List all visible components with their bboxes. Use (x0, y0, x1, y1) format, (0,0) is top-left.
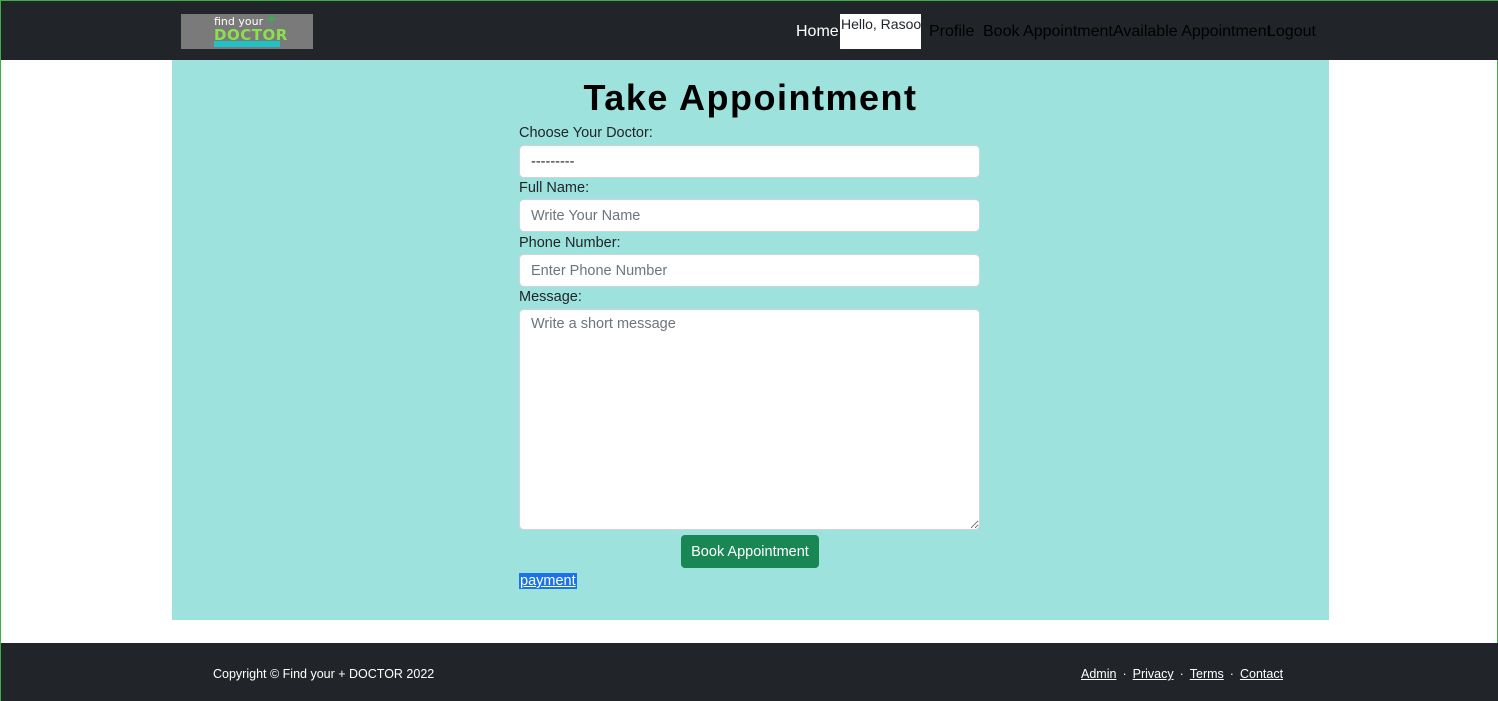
page-title: Take Appointment (583, 77, 918, 118)
appointment-section: Take Appointment Choose Your Doctor: ---… (172, 60, 1329, 620)
message-label: Message: (519, 289, 582, 305)
full-name-label: Full Name: (519, 180, 590, 196)
doctor-label: Choose Your Doctor: (519, 125, 653, 141)
footer-privacy-link[interactable]: Privacy (1133, 667, 1174, 681)
user-greeting: Hello, Rasool (840, 14, 921, 49)
top-navbar: find your + DOCTOR Home Hello, Rasool Pr… (1, 1, 1498, 60)
full-name-input[interactable] (519, 199, 980, 232)
footer-admin-link[interactable]: Admin (1081, 667, 1116, 681)
doctor-select[interactable]: --------- (519, 145, 980, 178)
footer-links: Admin · Privacy · Terms · Contact (1081, 667, 1283, 681)
payment-link[interactable]: payment (519, 573, 577, 589)
message-textarea[interactable] (519, 309, 980, 530)
nav-profile-link[interactable]: Profile (929, 23, 974, 41)
nav-logout-link[interactable]: Logout (1267, 23, 1316, 41)
book-appointment-button[interactable]: Book Appointment (681, 535, 819, 568)
nav-book-appointment-link[interactable]: Book Appointment (983, 23, 1113, 41)
copyright-text: Copyright © Find your + DOCTOR 2022 (213, 667, 435, 681)
footer-separator: · (1229, 667, 1234, 681)
footer-contact-link[interactable]: Contact (1240, 667, 1283, 681)
footer-separator: · (1179, 667, 1184, 681)
page-footer: Copyright © Find your + DOCTOR 2022 Admi… (1, 643, 1498, 701)
logo-underline (214, 41, 280, 47)
nav-home-link[interactable]: Home (796, 23, 839, 41)
footer-terms-link[interactable]: Terms (1190, 667, 1224, 681)
nav-available-appointment-link[interactable]: Available Appointment (1113, 23, 1271, 41)
phone-label: Phone Number: (519, 235, 621, 251)
phone-input[interactable] (519, 254, 980, 287)
site-logo[interactable]: find your + DOCTOR (181, 14, 313, 49)
footer-separator: · (1122, 667, 1127, 681)
